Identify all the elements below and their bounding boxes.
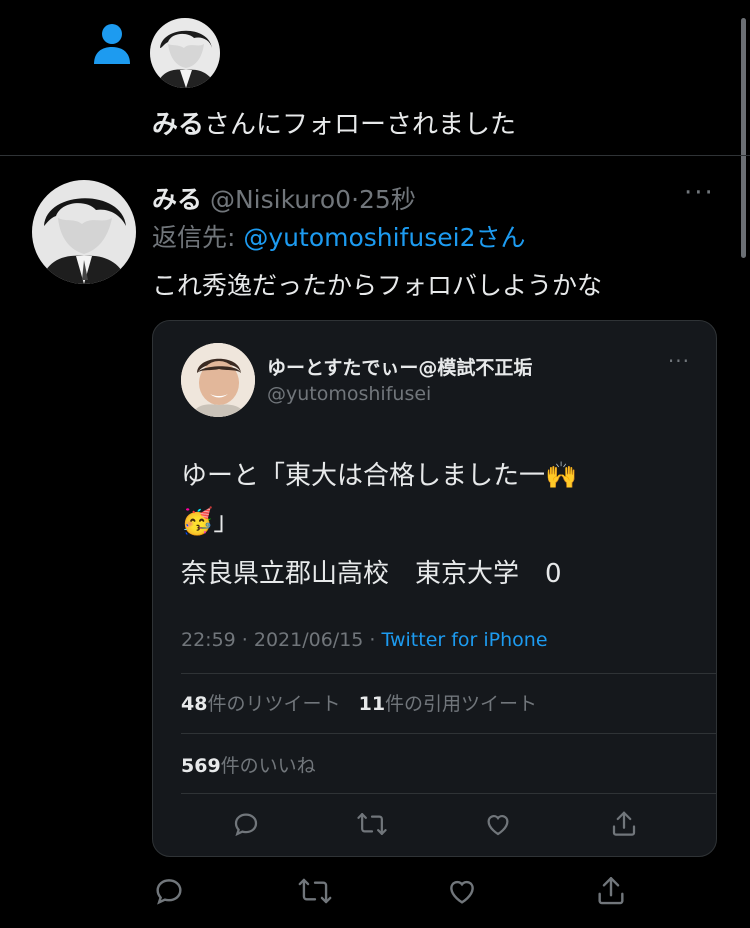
quoted-author-avatar[interactable] [181,343,255,417]
like-icon[interactable] [443,872,481,910]
meta-separator: · [351,185,360,214]
follow-notification-text: みるさんにフォローされました [152,110,517,140]
divider [181,673,716,674]
tweet-author-handle[interactable]: @Nisikuro0 [210,185,351,214]
quoted-author-handle[interactable]: @yutomoshifusei [267,383,431,405]
quoted-date[interactable]: 22:59 · 2021/06/15 · [181,629,382,651]
quoted-tweet-text: ゆーと「東大は合格しました一🙌 🥳」 [181,453,691,545]
quoted-timestamp: 22:59 · 2021/06/15 · Twitter for iPhone [181,629,548,651]
person-icon [92,22,132,66]
follower-name[interactable]: みる [152,110,204,140]
quoted-text-line-2: 🥳」 [181,507,240,537]
scrollbar[interactable] [741,18,746,258]
divider [0,155,750,156]
quoted-more-button[interactable]: ··· [668,349,690,373]
tweet-more-button[interactable]: ··· [684,178,715,208]
reply-icon[interactable] [229,807,263,841]
quoted-tweet-card[interactable]: ゆーとすたでぃー@模試不正垢 @yutomoshifusei ··· ゆーと「東… [152,320,717,857]
reply-to-link[interactable]: @yutomoshifusei2さん [243,223,525,252]
retweet-stat[interactable]: 48件のリツイート [181,693,340,715]
retweet-icon[interactable] [355,807,389,841]
share-icon[interactable] [607,807,641,841]
tweet-author-avatar[interactable] [32,180,136,284]
tweet-header: みる @Nisikuro0·25秒 [152,180,416,216]
like-stat[interactable]: 569件のいいね [181,751,316,778]
quoted-text-line-1: ゆーと「東大は合格しました一🙌 [181,461,578,491]
quoted-author-name[interactable]: ゆーとすたでぃー@模試不正垢 [267,353,532,380]
quoted-text-line-3: 奈良県立郡山高校 東京大学 0 [181,559,562,589]
quoted-source-link[interactable]: Twitter for iPhone [382,629,548,651]
share-icon[interactable] [592,872,630,910]
tweet-time[interactable]: 25秒 [359,185,416,214]
reply-icon[interactable] [150,872,188,910]
reply-prefix: 返信先: [152,223,236,252]
like-count: 569 [181,755,221,777]
quoted-stats: 48件のリツイート 11件の引用ツイート [181,689,537,716]
follower-avatar[interactable] [150,18,220,88]
divider [181,733,716,734]
quote-stat[interactable]: 11件の引用ツイート [359,693,537,715]
reply-context: 返信先: @yutomoshifusei2さん [152,218,526,254]
tweet-text: これ秀逸だったからフォロバしようかな [152,271,603,300]
retweet-icon[interactable] [296,872,334,910]
like-icon[interactable] [481,807,515,841]
divider [181,793,716,794]
quote-count: 11 [358,693,386,715]
retweet-count: 48 [181,693,208,715]
tweet-author-name[interactable]: みる [152,185,202,214]
